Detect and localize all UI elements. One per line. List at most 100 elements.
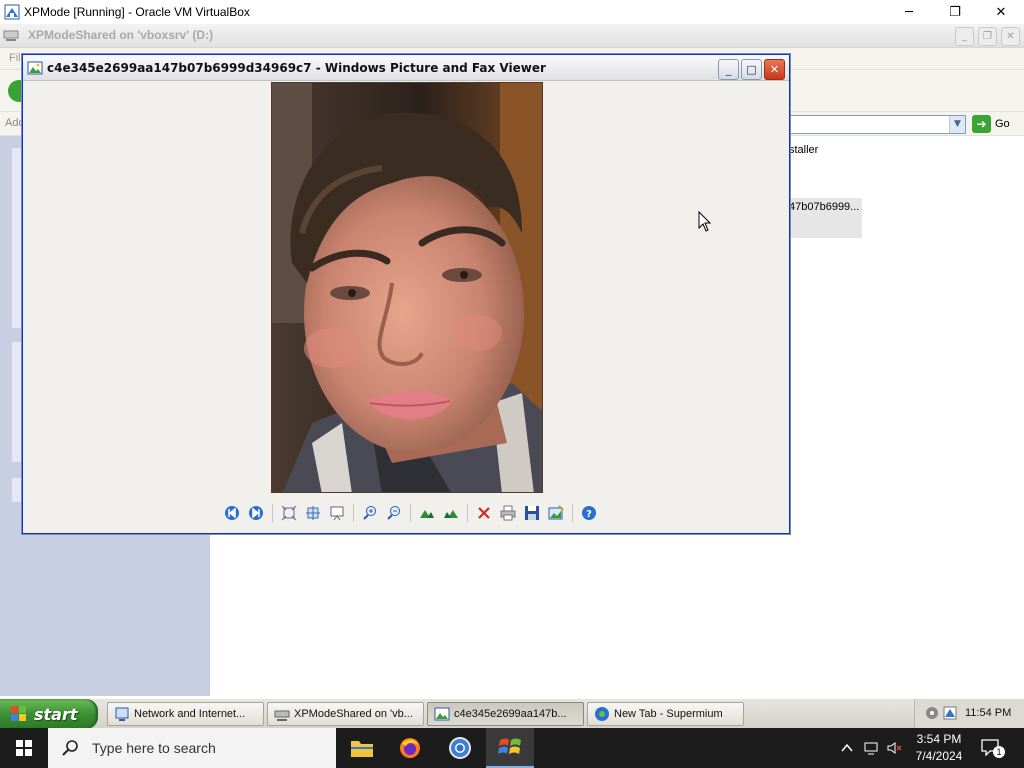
file-item[interactable]: staller xyxy=(789,144,818,156)
print-icon xyxy=(500,505,516,521)
zoom-in-icon xyxy=(363,506,376,520)
close-button[interactable]: ✕ xyxy=(978,0,1024,24)
win10-taskbar: Type here to search 3:54 PM 7/4/2024 1 xyxy=(0,728,1024,768)
notification-center-button[interactable]: 1 xyxy=(980,738,1005,758)
windows-flag-icon xyxy=(11,706,26,721)
explorer-minimize-button[interactable]: _ xyxy=(955,27,974,46)
taskbar-item-label: New Tab - Supermium xyxy=(614,708,723,720)
explorer-titlebar: XPModeShared on 'vboxsrv' (D:) _ ❐ ✕ xyxy=(0,24,1024,48)
viewer-title: c4e345e2699aa147b07b6999d34969c7 - Windo… xyxy=(47,61,546,75)
address-input[interactable]: ▼ xyxy=(788,115,966,134)
next-icon xyxy=(249,506,263,520)
network-icon[interactable] xyxy=(863,740,879,756)
chevron-up-icon[interactable] xyxy=(839,740,855,756)
taskbar-item-label: XPModeShared on 'vb... xyxy=(294,708,413,720)
chrome-icon xyxy=(449,737,471,759)
taskbar-xp-mode[interactable] xyxy=(486,728,534,768)
picture-viewer-window: c4e345e2699aa147b07b6999d34969c7 - Windo… xyxy=(22,54,790,534)
taskbar-item-label: Network and Internet... xyxy=(134,708,246,720)
rotate-counterclockwise-icon xyxy=(444,510,458,518)
svg-text:?: ? xyxy=(586,509,592,520)
taskbar-firefox[interactable] xyxy=(386,728,434,768)
previous-image-button[interactable] xyxy=(221,502,243,524)
picture-viewer-icon xyxy=(27,61,43,75)
mouse-cursor-icon xyxy=(698,211,712,232)
next-image-button[interactable] xyxy=(245,502,267,524)
edit-button[interactable] xyxy=(545,502,567,524)
viewer-canvas: ? xyxy=(25,82,787,531)
zoom-in-button[interactable] xyxy=(359,502,381,524)
file-explorer-icon xyxy=(351,741,373,757)
help-button[interactable]: ? xyxy=(578,502,600,524)
taskbar-item-viewer[interactable]: c4e345e2699aa147b... xyxy=(427,702,584,726)
taskbar-item-label: c4e345e2699aa147b... xyxy=(454,708,567,720)
rotate-counterclockwise-button[interactable] xyxy=(440,502,462,524)
xp-mode-icon xyxy=(498,738,521,754)
restore-icon: ❐ xyxy=(949,4,961,20)
virtualbox-icon xyxy=(4,4,20,20)
save-icon xyxy=(525,506,539,520)
rotate-clockwise-button[interactable] xyxy=(416,502,438,524)
go-arrow-icon[interactable]: ➔ xyxy=(972,115,991,133)
win10-clock[interactable]: 3:54 PM 7/4/2024 xyxy=(900,731,978,765)
xp-taskbar: start Network and Internet... XPModeShar… xyxy=(0,698,1024,728)
viewer-close-button[interactable]: ✕ xyxy=(764,59,785,80)
restore-button[interactable]: ❐ xyxy=(932,0,978,24)
taskbar-chrome[interactable] xyxy=(436,728,484,768)
taskbar-file-explorer[interactable] xyxy=(338,728,386,768)
toolbar-separator xyxy=(353,504,354,522)
chevron-down-icon[interactable]: ▼ xyxy=(949,116,965,133)
notification-badge: 1 xyxy=(993,746,1005,758)
toolbar-separator xyxy=(572,504,573,522)
slideshow-icon xyxy=(330,506,344,521)
actual-size-icon xyxy=(306,506,320,520)
clock-date: 7/4/2024 xyxy=(915,749,963,763)
viewer-titlebar: c4e345e2699aa147b07b6999d34969c7 - Windo… xyxy=(23,55,789,81)
network-drive-icon xyxy=(274,710,290,721)
network-drive-icon xyxy=(3,30,19,41)
file-item-selected[interactable]: 47b07b6999... xyxy=(789,198,862,238)
save-button[interactable] xyxy=(521,502,543,524)
toolbar-separator xyxy=(410,504,411,522)
toolbar-separator xyxy=(467,504,468,522)
taskbar-item-network[interactable]: Network and Internet... xyxy=(107,702,264,726)
viewer-maximize-button[interactable]: □ xyxy=(741,59,762,80)
viewer-minimize-button[interactable]: _ xyxy=(718,59,739,80)
print-button[interactable] xyxy=(497,502,519,524)
best-fit-button[interactable] xyxy=(278,502,300,524)
minimize-button[interactable]: ─ xyxy=(886,0,932,24)
photo-image xyxy=(272,83,542,492)
taskbar-item-browser[interactable]: New Tab - Supermium xyxy=(587,702,744,726)
slide-show-button[interactable] xyxy=(326,502,348,524)
viewer-toolbar: ? xyxy=(221,502,602,524)
menu-file[interactable]: Fil xyxy=(9,52,21,64)
rotate-clockwise-icon xyxy=(420,510,434,518)
close-icon: ✕ xyxy=(995,4,1007,20)
file-item-label: 47b07b6999... xyxy=(789,201,860,213)
go-button[interactable]: Go xyxy=(995,118,1010,130)
screen: XPMode [Running] - Oracle VM VirtualBox … xyxy=(0,0,1024,768)
virtualbox-titlebar: XPMode [Running] - Oracle VM VirtualBox … xyxy=(0,0,1024,24)
zoom-out-button[interactable] xyxy=(383,502,405,524)
search-placeholder: Type here to search xyxy=(92,740,216,756)
win10-start-button[interactable] xyxy=(0,728,48,768)
windows-logo-icon xyxy=(16,740,32,756)
xp-guest-screen: XPModeShared on 'vboxsrv' (D:) _ ❐ ✕ Fil… xyxy=(0,24,1024,728)
delete-button[interactable] xyxy=(473,502,495,524)
search-icon xyxy=(62,740,78,756)
safely-remove-icon[interactable] xyxy=(925,706,939,720)
actual-size-button[interactable] xyxy=(302,502,324,524)
window-title: XPMode [Running] - Oracle VM VirtualBox xyxy=(24,5,250,19)
explorer-restore-button[interactable]: ❐ xyxy=(978,27,997,46)
delete-icon xyxy=(478,507,490,519)
search-box[interactable]: Type here to search xyxy=(48,728,336,768)
zoom-out-icon xyxy=(387,506,400,520)
previous-icon xyxy=(225,506,239,520)
picture-viewer-icon xyxy=(434,707,450,721)
start-button[interactable]: start xyxy=(0,699,98,728)
start-label: start xyxy=(34,704,78,724)
explorer-close-button[interactable]: ✕ xyxy=(1001,27,1020,46)
virtualbox-tray-icon[interactable] xyxy=(943,706,957,720)
xp-system-tray: 11:54 PM xyxy=(914,699,1024,728)
taskbar-item-explorer[interactable]: XPModeShared on 'vb... xyxy=(267,702,424,726)
